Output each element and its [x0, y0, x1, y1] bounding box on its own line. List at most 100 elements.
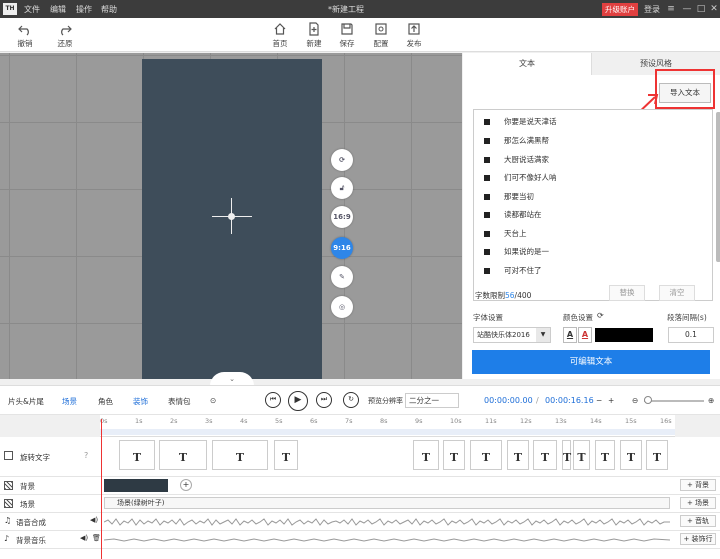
settings-button[interactable]: 配置: [364, 20, 398, 49]
list-item[interactable]: 读都都站在: [484, 208, 542, 222]
timeline-toolbar: 片头&片尾 场景 角色 装饰 表情包 ⊙ ⏮ ▶ ⏭ ↻ 预览分辨率 二分之一 …: [0, 385, 720, 415]
publish-button[interactable]: 发布: [397, 20, 431, 49]
home-button[interactable]: 首页: [263, 20, 297, 49]
ratio-9-16-button[interactable]: 9:16: [331, 237, 353, 259]
time-ruler[interactable]: 0s 1s 2s 3s 4s 5s 6s 7s 8s 9s 10s 11s 12…: [100, 415, 675, 437]
menu-file[interactable]: 文件: [24, 4, 40, 15]
text-segment[interactable]: T: [646, 440, 668, 470]
text-list[interactable]: 你要是说天津话 那怎么满黑帮 大厨说话满家 们可不像好人呐 那要当初 读都都站在…: [473, 109, 720, 301]
rotate-icon[interactable]: ⟳: [331, 149, 353, 171]
zoom-add-icon[interactable]: ⊕: [708, 396, 714, 405]
trash-icon[interactable]: 🗑︎: [92, 534, 101, 542]
color-swatch[interactable]: [595, 328, 653, 342]
refresh-icon[interactable]: ⟳: [597, 311, 604, 320]
list-item[interactable]: 那要当初: [484, 190, 534, 204]
replace-button[interactable]: 替换: [609, 285, 645, 301]
preview-canvas[interactable]: ⟳ 🔓︎ 16:9 9:16 ✎ ◎: [0, 53, 462, 379]
music-waveform[interactable]: [104, 535, 670, 545]
spacing-label: 段落间隔(s): [667, 313, 707, 322]
scene-tab[interactable]: 场景: [62, 396, 77, 407]
minimize-icon[interactable]: —: [680, 2, 694, 16]
add-decor-row-button[interactable]: + 装饰行: [680, 533, 716, 545]
volume-icon[interactable]: ◀): [80, 534, 88, 542]
zoom-in-icon[interactable]: +: [608, 396, 614, 405]
spacing-stepper[interactable]: 0.1: [668, 327, 714, 343]
lock-icon[interactable]: 🔓︎: [331, 177, 353, 199]
emoji-tab[interactable]: 表情包: [168, 396, 191, 407]
stroke-color-button[interactable]: A: [578, 327, 592, 343]
close-icon[interactable]: ✕: [707, 2, 720, 16]
text-segment[interactable]: T: [573, 440, 590, 470]
range-bar[interactable]: [100, 429, 675, 435]
target-icon[interactable]: ◎: [331, 296, 353, 318]
list-item[interactable]: 天台上: [484, 227, 527, 241]
upgrade-button[interactable]: 升级账户: [602, 3, 638, 16]
maximize-icon[interactable]: □: [694, 2, 708, 16]
ruler-tick: 4s: [240, 417, 248, 425]
portrait-frame[interactable]: [142, 59, 322, 379]
text-segment[interactable]: T: [159, 440, 207, 470]
bg-clip[interactable]: [104, 479, 168, 492]
scene-clip[interactable]: 场景(绿树叶子): [104, 497, 670, 509]
text-segment[interactable]: T: [620, 440, 642, 470]
text-color-button[interactable]: A: [563, 327, 577, 343]
list-item[interactable]: 那怎么满黑帮: [484, 134, 549, 148]
font-select[interactable]: 站酷快乐体2016 ▼: [473, 327, 551, 343]
zoom-slider-handle[interactable]: [644, 396, 652, 404]
play-icon[interactable]: ▶: [288, 391, 308, 411]
new-button[interactable]: 新建: [297, 20, 331, 49]
clear-button[interactable]: 清空: [659, 285, 695, 301]
text-segment[interactable]: T: [274, 440, 298, 470]
more-icon[interactable]: ⊙: [210, 396, 216, 405]
bullet-icon: [484, 119, 490, 125]
zoom-fit-icon[interactable]: ⊖: [632, 396, 638, 405]
undo-button[interactable]: 撤销: [8, 20, 42, 49]
list-item[interactable]: 可对不住了: [484, 264, 542, 278]
text-segment[interactable]: T: [413, 440, 439, 470]
list-item[interactable]: 大厨说话满家: [484, 153, 549, 167]
list-item[interactable]: 如果说的是一: [484, 245, 549, 259]
tab-text[interactable]: 文本: [463, 53, 591, 75]
playhead[interactable]: [101, 419, 102, 559]
add-scene-button[interactable]: + 场景: [680, 497, 716, 509]
menu-edit[interactable]: 编辑: [50, 4, 66, 15]
save-button[interactable]: 保存: [330, 20, 364, 49]
zoom-out-icon[interactable]: −: [596, 396, 602, 405]
text-segment[interactable]: T: [595, 440, 615, 470]
center-point[interactable]: [228, 213, 235, 220]
help-icon[interactable]: ?: [84, 451, 88, 460]
loop-icon[interactable]: ↻: [343, 392, 359, 408]
add-bg-button[interactable]: + 背景: [680, 479, 716, 491]
intro-outro-tab[interactable]: 片头&片尾: [8, 396, 44, 407]
add-audio-button[interactable]: + 音轨: [680, 515, 716, 527]
menu-icon[interactable]: ≡: [664, 2, 678, 16]
next-icon[interactable]: ⏭: [316, 392, 332, 408]
decoration-tab[interactable]: 装饰: [133, 396, 148, 407]
volume-icon[interactable]: ◀): [90, 516, 98, 524]
ruler-tick: 12s: [520, 417, 532, 425]
text-segment[interactable]: T: [533, 440, 557, 470]
text-segment[interactable]: T: [212, 440, 268, 470]
zoom-slider[interactable]: [644, 400, 704, 402]
text-segment[interactable]: T: [507, 440, 529, 470]
add-clip-icon[interactable]: +: [180, 479, 192, 491]
voice-waveform[interactable]: [104, 517, 670, 527]
redo-button[interactable]: 还原: [48, 20, 82, 49]
text-segment[interactable]: T: [470, 440, 502, 470]
menu-help[interactable]: 帮助: [101, 4, 117, 15]
text-list-scrollbar[interactable]: [716, 112, 720, 262]
list-item[interactable]: 们可不像好人呐: [484, 171, 557, 185]
editable-text-button[interactable]: 可编辑文本: [472, 350, 710, 374]
collapse-toggle-icon[interactable]: ⌄: [210, 372, 254, 386]
character-tab[interactable]: 角色: [98, 396, 113, 407]
menu-operate[interactable]: 操作: [76, 4, 92, 15]
prev-icon[interactable]: ⏮: [265, 392, 281, 408]
ratio-16-9-button[interactable]: 16:9: [331, 206, 353, 228]
list-item[interactable]: 你要是说天津话: [484, 115, 557, 129]
preview-ratio-select[interactable]: 二分之一: [405, 393, 459, 408]
text-segment[interactable]: T: [562, 440, 571, 470]
login-button[interactable]: 登录: [644, 4, 660, 15]
text-segment[interactable]: T: [443, 440, 465, 470]
text-segment[interactable]: T: [119, 440, 155, 470]
edit-icon[interactable]: ✎: [331, 266, 353, 288]
